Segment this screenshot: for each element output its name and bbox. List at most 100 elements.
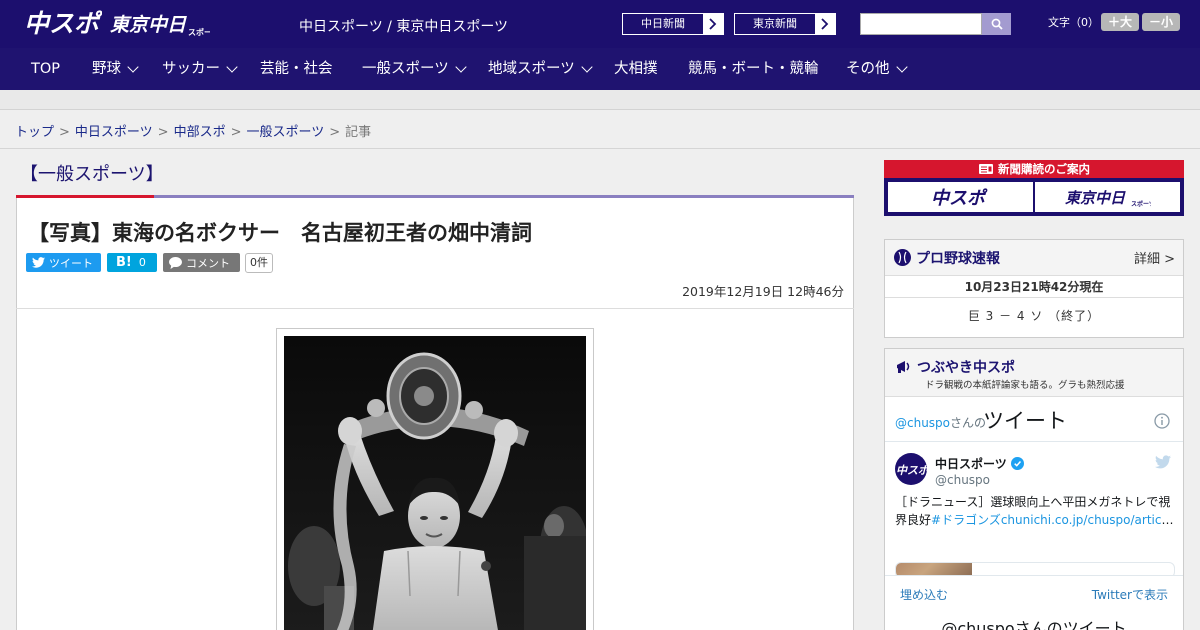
svg-text:中スポ: 中スポ — [931, 188, 988, 208]
twitter-embed-footer: 埋め込む Twitterで表示 — [885, 575, 1183, 609]
hatena-count: 0 — [138, 256, 146, 269]
verified-icon — [1011, 457, 1024, 470]
view-on-twitter-link[interactable]: Twitterで表示 — [1092, 586, 1168, 603]
subscribe-header: 新聞購読のご案内 — [884, 160, 1184, 178]
info-icon[interactable] — [1154, 413, 1170, 429]
baseball-panel-title: プロ野球速報 — [916, 251, 1000, 267]
twitter-bird-icon[interactable] — [1155, 455, 1171, 469]
twitter-embed-heading: ツイート — [983, 409, 1067, 433]
tweet-button-label: ツイート — [49, 256, 93, 270]
breadcrumb-link[interactable]: 一般スポーツ — [247, 125, 325, 140]
paper-button-label: 東京新聞 — [753, 17, 797, 30]
tweet-text-line: ［ドラニュース］選球眼向上へ平田メガネトレで視 — [895, 495, 1171, 509]
tokyo-chunichi-logo[interactable]: 東京中日 スポーツ — [110, 9, 220, 39]
search-button[interactable] — [982, 13, 1011, 35]
megaphone-icon — [897, 361, 910, 373]
divider — [0, 148, 1200, 149]
tweet-account-name[interactable]: 中日スポーツ — [935, 455, 1007, 472]
search-input[interactable] — [860, 13, 982, 35]
nav-label: 大相撲 — [614, 61, 658, 77]
chevron-down-icon — [895, 60, 908, 73]
nav-item-general-sports[interactable]: 一般スポーツ — [362, 48, 467, 90]
nav-item-local-sports[interactable]: 地域スポーツ — [488, 48, 593, 90]
nav-label: サッカー — [162, 61, 220, 77]
svg-text:東京中日: 東京中日 — [110, 14, 187, 36]
breadcrumb-link[interactable]: トップ — [15, 125, 54, 140]
main-nav: TOP 野球 サッカー 芸能・社会 一般スポーツ 地域スポーツ 大相撲 競馬・ボ… — [0, 48, 1200, 90]
breadcrumb-link[interactable]: 中部スポ — [174, 125, 226, 140]
tokyo-shimbun-button[interactable]: 東京新聞 — [734, 13, 836, 35]
comment-button-label: コメント — [186, 256, 230, 270]
tweet-text-line: 界良好#ドラゴンズchunichi.co.jp/chuspo/article… — [895, 511, 1175, 529]
tweets-panel-title: つぶやき中スポ — [917, 360, 1015, 376]
font-smaller-button[interactable]: －小 — [1142, 13, 1180, 31]
newspaper-icon — [979, 164, 993, 174]
category-title: 【一般スポーツ】 — [20, 164, 164, 185]
top-header: 中スポ 東京中日 スポーツ 中日スポーツ / 東京中日スポーツ 中日新聞 東京新… — [0, 0, 1200, 48]
twitter-bird-icon — [32, 257, 45, 268]
nav-label: 野球 — [92, 61, 121, 77]
nav-item-entertainment[interactable]: 芸能・社会 — [260, 48, 333, 90]
nav-label: 一般スポーツ — [362, 61, 449, 77]
nav-label: その他 — [846, 61, 890, 77]
nav-item-top[interactable]: TOP — [31, 48, 60, 90]
embed-link[interactable]: 埋め込む — [900, 586, 948, 603]
baseball-detail-link[interactable]: 詳細 > — [1134, 248, 1175, 267]
twitter-embed: @chuspoさんの ツイート 中スポ 中日スポーツ @chuspo ［ドラニュ… — [885, 397, 1183, 630]
tweet-account-handle[interactable]: @chuspo — [935, 473, 990, 487]
baseball-score[interactable]: 巨 3 － 4 ソ （終了） — [885, 298, 1183, 334]
comment-icon — [169, 256, 182, 269]
chevron-right-icon — [703, 14, 723, 34]
twitter-handle-suffix: さんの — [950, 416, 987, 430]
search-icon — [991, 18, 1003, 30]
svg-text:スポーツ: スポーツ — [1131, 200, 1151, 208]
hatena-icon: B! — [116, 255, 132, 270]
comment-button[interactable]: コメント — [163, 253, 240, 272]
subscribe-chuspo-logo[interactable]: 中スポ — [888, 182, 1033, 212]
nav-item-soccer[interactable]: サッカー — [162, 48, 238, 90]
font-larger-button[interactable]: ＋大 — [1101, 13, 1139, 31]
svg-text:中スポ: 中スポ — [896, 464, 927, 477]
chunichi-shimbun-button[interactable]: 中日新聞 — [622, 13, 724, 35]
chevron-down-icon — [581, 60, 593, 73]
svg-text:中スポ: 中スポ — [24, 9, 102, 38]
nav-label: 芸能・社会 — [260, 61, 333, 77]
tweets-panel-subtitle: ドラ観戦の本紙評論家も語る。グラも熱烈応援 — [925, 380, 1125, 391]
tweet-text-plain: 界良好 — [895, 513, 932, 527]
tweets-panel-header: つぶやき中スポ ドラ観戦の本紙評論家も語る。グラも熱烈応援 — [885, 349, 1183, 397]
chevron-right-icon — [815, 14, 835, 34]
chevron-down-icon — [455, 60, 467, 73]
breadcrumb-separator: > — [59, 125, 70, 140]
hatena-bookmark-button[interactable]: B! 0 — [107, 253, 157, 272]
breadcrumb-separator: > — [230, 125, 242, 140]
subscribe-tokyo-logo[interactable]: 東京中日スポーツ — [1035, 182, 1180, 212]
article-title: 【写真】東海の名ボクサー 名古屋初王者の畑中清詞 — [28, 221, 532, 245]
breadcrumb-separator: > — [329, 125, 341, 140]
comment-count: 0件 — [245, 253, 273, 273]
font-size-label: 文字（0） — [1048, 16, 1099, 29]
panel-header: プロ野球速報 詳細 > — [885, 240, 1183, 276]
breadcrumb-link[interactable]: 中日スポーツ — [75, 125, 153, 140]
article-photo[interactable] — [284, 336, 586, 630]
article-date: 2019年12月19日 12時46分 — [682, 284, 844, 299]
chevron-down-icon — [226, 60, 238, 73]
twitter-handle-link[interactable]: @chuspoさんの — [895, 414, 986, 431]
divider — [16, 308, 854, 309]
nav-item-sumo[interactable]: 大相撲 — [614, 48, 658, 90]
chevron-down-icon — [127, 60, 139, 73]
nav-item-other[interactable]: その他 — [846, 48, 908, 90]
site-names[interactable]: 中日スポーツ / 東京中日スポーツ — [299, 16, 508, 36]
avatar[interactable]: 中スポ — [895, 453, 927, 485]
twitter-handle: @chuspo — [895, 416, 951, 430]
tweet-button[interactable]: ツイート — [26, 253, 101, 272]
subscribe-banner[interactable]: 新聞購読のご案内 中スポ 東京中日スポーツ — [884, 160, 1184, 216]
nav-item-baseball[interactable]: 野球 — [92, 48, 139, 90]
tweet-hashtag-link[interactable]: #ドラゴンズchunichi.co.jp/chuspo/article… — [931, 513, 1175, 527]
nav-label: TOP — [31, 61, 61, 77]
tweet-text: ［ドラニュース］選球眼向上へ平田メガネトレで視 界良好#ドラゴンズchunich… — [895, 493, 1175, 529]
baseball-score-panel: プロ野球速報 詳細 > 10月23日21時42分現在 巨 3 － 4 ソ （終了… — [884, 239, 1184, 338]
breadcrumb-current: 記事 — [345, 125, 372, 140]
baseball-icon — [894, 249, 911, 266]
nav-item-racing[interactable]: 競馬・ボート・競輪 — [688, 48, 819, 90]
chuspo-logo[interactable]: 中スポ — [24, 7, 103, 39]
